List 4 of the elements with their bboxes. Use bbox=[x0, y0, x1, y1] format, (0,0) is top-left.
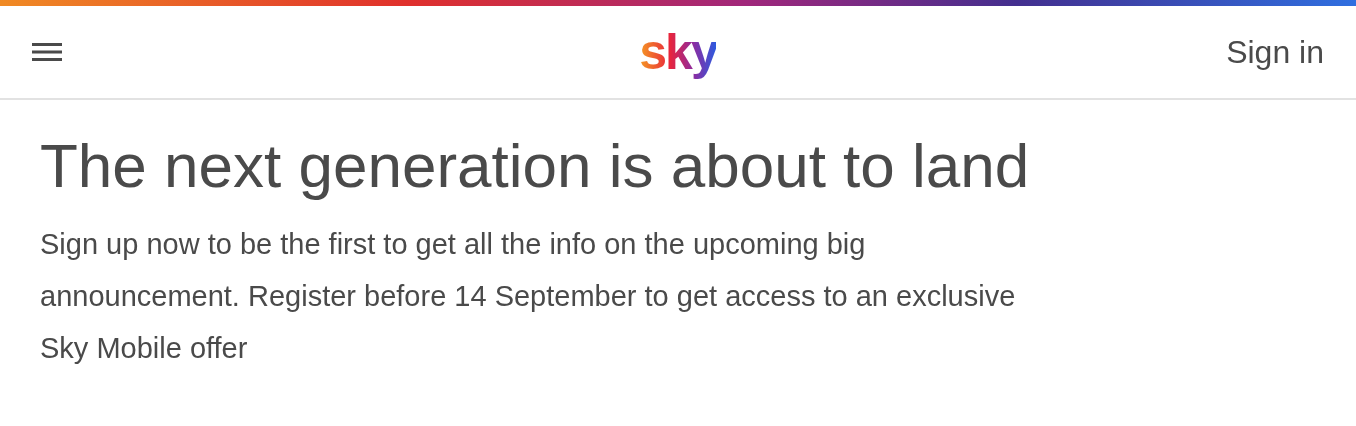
sign-in-link[interactable]: Sign in bbox=[1226, 33, 1324, 71]
body-text: Sign up now to be the first to get all the info on the upcoming big announcement. Register before 14 September to get access to an exclusive Sky Mobile offer bbox=[40, 227, 1017, 366]
menu-icon[interactable] bbox=[32, 42, 62, 62]
headline: The next generation is about to land bbox=[40, 130, 1031, 202]
